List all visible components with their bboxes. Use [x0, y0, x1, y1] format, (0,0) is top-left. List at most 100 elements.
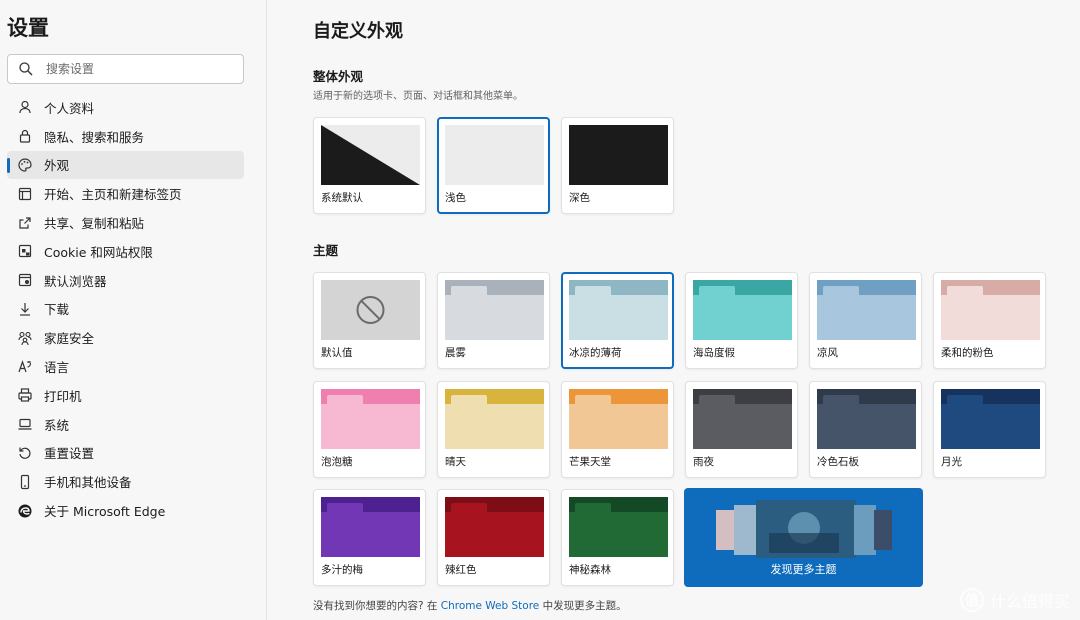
chrome-web-store-link[interactable]: Chrome Web Store	[441, 600, 540, 612]
system-default-preview	[321, 125, 420, 185]
theme-card[interactable]: 神秘森林	[561, 489, 674, 586]
theme-preview	[445, 388, 544, 449]
edge-logo-icon	[17, 503, 33, 519]
sidebar-item-label: 个人资料	[44, 100, 95, 116]
folder-preview	[693, 280, 792, 340]
sidebar-item-devices[interactable]: 手机和其他设备	[7, 467, 244, 496]
laptop-icon	[17, 416, 33, 432]
theme-card[interactable]: 辣红色	[437, 489, 550, 586]
theme-label: 默认值	[321, 347, 353, 359]
theme-preview	[817, 280, 916, 340]
theme-card[interactable]: 雨夜	[685, 380, 798, 478]
theme-card[interactable]: 晴天	[437, 380, 550, 478]
sidebar-item-label: 重置设置	[44, 446, 95, 462]
footer-prefix: 没有找到你想要的内容? 在	[313, 600, 441, 612]
theme-card[interactable]: 泡泡糖	[313, 380, 426, 478]
sidebar-item-share[interactable]: 共享、复制和粘贴	[7, 208, 244, 237]
folder-preview	[569, 388, 668, 449]
printer-icon	[17, 387, 33, 403]
sidebar-item-privacy[interactable]: 隐私、搜索和服务	[7, 122, 244, 151]
theme-preview	[569, 497, 668, 557]
footer-note: 没有找到你想要的内容? 在 Chrome Web Store 中发现更多主题。	[313, 598, 627, 613]
folder-preview	[321, 497, 420, 557]
folder-preview	[445, 388, 544, 449]
lock-icon	[17, 128, 33, 144]
appearance-option-light[interactable]: 浅色	[437, 117, 550, 214]
theme-preview	[321, 280, 420, 340]
sidebar-item-default-browser[interactable]: 默认浏览器	[7, 266, 244, 295]
appearance-option-dark[interactable]: 深色	[561, 117, 674, 214]
sidebar-item-label: 家庭安全	[44, 331, 95, 347]
theme-card[interactable]: 芒果天堂	[561, 380, 674, 478]
theme-preview	[693, 280, 792, 340]
sidebar-item-system[interactable]: 系统	[7, 410, 244, 439]
folder-preview	[817, 280, 916, 340]
theme-label: 芒果天堂	[569, 455, 611, 468]
watermark: 值 什么值得买	[959, 588, 1070, 612]
search-input[interactable]	[46, 62, 226, 76]
theme-card[interactable]: 月光	[933, 380, 1046, 478]
footer-suffix: 中发现更多主题。	[539, 600, 627, 612]
reset-icon	[17, 445, 33, 461]
sidebar-item-family[interactable]: 家庭安全	[7, 323, 244, 352]
appearance-main: 自定义外观 整体外观 适用于新的选项卡、页面、对话框和其他菜单。 系统默认 浅色…	[268, 0, 1080, 620]
discover-more-themes-button[interactable]: 发现更多主题	[684, 488, 923, 587]
theme-card[interactable]: 冰凉的薄荷	[561, 272, 674, 369]
theme-label: 海岛度假	[693, 347, 735, 359]
watermark-badge: 值	[959, 588, 984, 612]
sidebar-item-downloads[interactable]: 下载	[7, 295, 244, 324]
sidebar-item-about[interactable]: 关于 Microsoft Edge	[7, 496, 244, 525]
appearance-option-label: 系统默认	[321, 192, 363, 204]
sidebar-item-printer[interactable]: 打印机	[7, 381, 244, 410]
folder-preview	[941, 388, 1040, 449]
sidebar-item-cookies[interactable]: Cookie 和网站权限	[7, 237, 244, 266]
sidebar-item-label: 外观	[44, 158, 70, 174]
phone-icon	[17, 474, 33, 490]
sidebar-item-label: 默认浏览器	[44, 273, 107, 289]
sidebar-item-profile[interactable]: 个人资料	[7, 93, 244, 122]
theme-card[interactable]: 冷色石板	[809, 380, 922, 478]
sidebar-item-start-page[interactable]: 开始、主页和新建标签页	[7, 179, 244, 208]
theme-card[interactable]: 默认值	[313, 272, 426, 369]
theme-card[interactable]: 海岛度假	[685, 272, 798, 369]
theme-card[interactable]: 柔和的粉色	[933, 272, 1046, 369]
theme-card[interactable]: 凉风	[809, 272, 922, 369]
theme-card[interactable]: 晨雾	[437, 272, 550, 369]
theme-preview	[445, 497, 544, 557]
overall-appearance-desc: 适用于新的选项卡、页面、对话框和其他菜单。	[313, 91, 523, 102]
overall-appearance-title: 整体外观	[313, 69, 364, 84]
folder-preview	[445, 497, 544, 557]
theme-label: 月光	[941, 455, 962, 468]
sidebar-item-reset[interactable]: 重置设置	[7, 439, 244, 468]
appearance-option-label: 深色	[569, 192, 590, 204]
theme-label: 冷色石板	[817, 455, 859, 468]
family-icon	[17, 330, 33, 346]
search-icon	[19, 62, 33, 76]
sidebar-item-label: 打印机	[44, 388, 82, 404]
folder-preview	[693, 388, 792, 449]
theme-label: 雨夜	[693, 455, 714, 468]
sidebar-title: 设置	[7, 16, 49, 40]
sidebar-item-label: 语言	[44, 360, 70, 376]
prohibited-icon	[356, 296, 385, 324]
theme-preview	[941, 388, 1040, 449]
theme-preview	[817, 388, 916, 449]
settings-sidebar: 设置 个人资料 隐私、搜索和服务 外观 开始、主页和新建标签页 共享、复制和粘贴…	[0, 0, 267, 620]
theme-label: 凉风	[817, 347, 838, 359]
appearance-option-system[interactable]: 系统默认	[313, 117, 426, 214]
sidebar-item-language[interactable]: 语言	[7, 352, 244, 381]
settings-nav: 个人资料 隐私、搜索和服务 外观 开始、主页和新建标签页 共享、复制和粘贴 Co…	[7, 93, 244, 525]
theme-preview	[321, 388, 420, 449]
appearance-option-label: 浅色	[445, 192, 466, 204]
search-box[interactable]	[7, 54, 244, 84]
watermark-text: 什么值得买	[989, 592, 1070, 611]
profile-icon	[17, 99, 33, 115]
theme-card[interactable]: 多汁的梅	[313, 489, 426, 586]
discover-more-themes-label: 发现更多主题	[770, 563, 837, 576]
browser-icon	[17, 272, 33, 288]
sidebar-item-appearance[interactable]: 外观	[7, 150, 244, 180]
folder-preview	[817, 388, 916, 449]
download-icon	[17, 301, 33, 317]
sidebar-item-label: 共享、复制和粘贴	[44, 216, 145, 232]
sidebar-item-label: 关于 Microsoft Edge	[44, 504, 166, 520]
